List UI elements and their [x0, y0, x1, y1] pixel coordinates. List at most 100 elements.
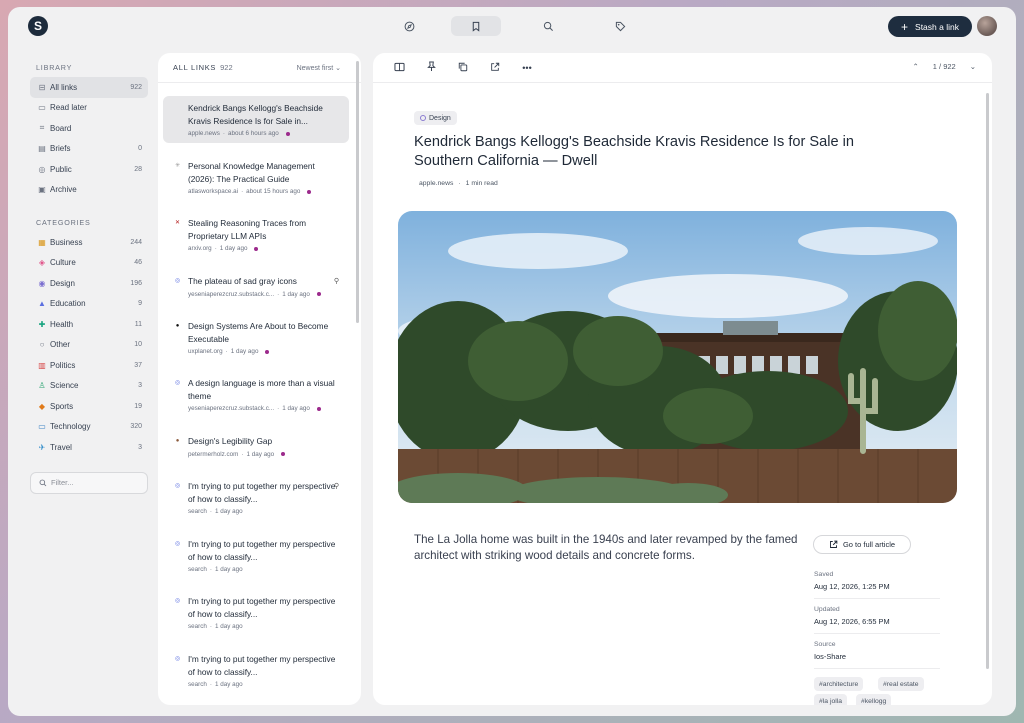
list-item-title: Design's Legibility Gap — [188, 436, 273, 446]
list-item-time: 1 day ago — [215, 623, 243, 630]
category-item-sports[interactable]: ◆ Sports 19 — [30, 396, 148, 417]
category-badge[interactable]: Design — [414, 111, 457, 125]
list-item-time: 1 day ago — [246, 450, 275, 458]
divider — [814, 598, 940, 599]
list-item[interactable]: ● Design Systems Are About to Become Exec… — [163, 314, 349, 361]
pin-icon: ⚲ — [333, 278, 339, 285]
library-list: ⊟ All links 922 ▭ Read later ⌗ Board ▤ Briefs 0 ◎ P… — [30, 77, 148, 200]
category-item-health[interactable]: ✚ Health 11 — [30, 314, 148, 335]
tag-chip[interactable]: #la jolla — [814, 694, 848, 705]
list-item[interactable]: ✳ Personal Knowledge Management (2026): T… — [163, 154, 349, 201]
copy-icon[interactable] — [457, 62, 469, 74]
unread-dot — [316, 292, 321, 296]
compass-icon[interactable] — [384, 16, 434, 36]
list-item[interactable]: ✕ Stealing Reasoning Traces from Propriet… — [163, 211, 349, 258]
updated-field: Updated Aug 12, 2026, 6:55 PM — [814, 606, 890, 626]
category-item-label: Travel — [50, 442, 72, 452]
article-source: apple.news — [419, 180, 454, 187]
list-item-source: search — [188, 508, 207, 515]
travel-icon: ✈ — [38, 442, 46, 452]
category-item-technology[interactable]: ▭ Technology 320 — [30, 417, 148, 438]
category-item-business[interactable]: ▦ Business 244 — [30, 232, 148, 253]
sidebar: LIBRARY ⊟ All links 922 ▭ Read later ⌗ Board ▤ B… — [30, 63, 148, 494]
list-item[interactable]: ◎ I'm trying to put together my perspecti… — [163, 474, 349, 521]
app-logo[interactable]: S — [28, 16, 48, 36]
politics-icon: ▥ — [38, 360, 46, 370]
reader-icon[interactable] — [393, 62, 405, 74]
source-value: Ios-Share — [814, 652, 847, 661]
sort-dropdown[interactable]: Newest first ⌄ — [297, 64, 341, 72]
sidebar-item-read-later[interactable]: ▭ Read later — [30, 98, 148, 119]
open-external-icon — [829, 540, 838, 548]
tag-chip[interactable]: #real estate — [878, 677, 924, 691]
detail-scrollbar[interactable] — [986, 93, 989, 669]
list-item[interactable]: Kendrick Bangs Kellogg's Beachside Kravi… — [163, 96, 349, 143]
pager: ⌃ 1 / 922 ⌄ — [912, 62, 976, 71]
category-item-culture[interactable]: ◈ Culture 46 — [30, 253, 148, 274]
other-icon: ○ — [39, 340, 45, 350]
category-item-design[interactable]: ◉ Design 196 — [30, 273, 148, 294]
public-icon: ◎ — [38, 164, 46, 174]
go-to-full-article-button[interactable]: Go to full article — [813, 535, 911, 554]
divider — [814, 633, 940, 634]
sidebar-item-label: Briefs — [50, 144, 71, 154]
links-list-panel: ALL LINKS 922 Newest first ⌄ Kendrick Ban… — [158, 53, 361, 705]
favicon-icon: ✕ — [174, 220, 181, 226]
category-item-label: Business — [50, 237, 83, 247]
bookmark-icon[interactable] — [451, 16, 501, 36]
open-external-icon[interactable] — [489, 62, 501, 74]
filter-input[interactable]: Filter... — [30, 471, 148, 494]
list-item[interactable]: ◎ I'm trying to put together my perspecti… — [163, 589, 349, 636]
category-item-education[interactable]: ▲ Education 9 — [30, 294, 148, 315]
list-item-source: yeseniaperezcruz.substack.c... — [188, 405, 275, 412]
filter-placeholder: Filter... — [51, 478, 74, 487]
list-item[interactable]: ◎ The plateau of sad gray icons yeseniaper… — [163, 269, 349, 304]
search-icon — [39, 479, 47, 486]
category-item-science[interactable]: ♙ Science 3 — [30, 376, 148, 397]
tag-chip[interactable]: #architecture — [814, 677, 864, 691]
plus-icon: + — [901, 19, 909, 34]
tag-icon[interactable] — [595, 16, 645, 36]
favicon-icon: ◎ — [174, 541, 181, 547]
category-item-politics[interactable]: ▥ Politics 37 — [30, 355, 148, 376]
categories-heading: CATEGORIES — [36, 218, 91, 227]
list-item[interactable]: ◎ A design language is more than a visual… — [163, 371, 349, 418]
unread-dot — [254, 246, 259, 251]
sidebar-item-public[interactable]: ◎ Public 28 — [30, 159, 148, 180]
article-meta: apple.news · 1 min read — [419, 180, 498, 187]
search-icon[interactable] — [523, 16, 573, 36]
tag-chip[interactable]: #kellogg — [856, 694, 892, 705]
unread-dot — [265, 349, 270, 354]
list-item[interactable]: ● Design's Legibility Gap petermerholz.com… — [163, 429, 349, 464]
list-item-time: 1 day ago — [215, 508, 243, 515]
list-item-source: petermerholz.com — [188, 450, 239, 458]
link-detail-panel: ••• ⌃ 1 / 922 ⌄ Design Kendrick Bangs Ke… — [373, 53, 992, 705]
list-item-time: 1 day ago — [219, 245, 248, 252]
chevron-down-icon[interactable]: ⌄ — [970, 62, 976, 71]
list-count: 922 — [220, 63, 233, 72]
article-title: Kendrick Bangs Kellogg's Beachside Kravi… — [414, 134, 855, 169]
sidebar-item-all-links[interactable]: ⊟ All links 922 — [30, 77, 148, 98]
category-item-count: 244 — [130, 238, 142, 246]
pin-icon[interactable] — [425, 61, 437, 74]
list-item-meta: uxplanet.org · 1 day ago — [188, 348, 341, 355]
category-item-other[interactable]: ○ Other 10 — [30, 335, 148, 356]
list-item-source: arxiv.org — [188, 245, 212, 252]
more-icon[interactable]: ••• — [521, 63, 533, 73]
category-item-label: Design — [50, 278, 75, 288]
sidebar-item-archive[interactable]: ▣ Archive — [30, 180, 148, 201]
stash-link-button[interactable]: + Stash a link — [888, 16, 972, 37]
category-item-travel[interactable]: ✈ Travel 3 — [30, 437, 148, 458]
list-item[interactable]: ◎ I'm trying to put together my perspecti… — [163, 647, 349, 694]
list-item[interactable]: ◎ I'm trying to put together my perspecti… — [163, 532, 349, 579]
favicon-icon: ◎ — [174, 483, 181, 489]
list-item-title: Design Systems Are About to Become Execu… — [188, 321, 329, 344]
sidebar-item-board[interactable]: ⌗ Board — [30, 118, 148, 139]
category-item-label: Science — [50, 381, 79, 391]
list-scrollbar[interactable] — [356, 61, 359, 323]
chevron-up-icon[interactable]: ⌃ — [912, 62, 918, 71]
pager-count: 1 / 922 — [932, 62, 956, 71]
avatar[interactable] — [977, 16, 997, 36]
list-item-source: yeseniaperezcruz.substack.c... — [188, 290, 275, 298]
sidebar-item-briefs[interactable]: ▤ Briefs 0 — [30, 139, 148, 160]
